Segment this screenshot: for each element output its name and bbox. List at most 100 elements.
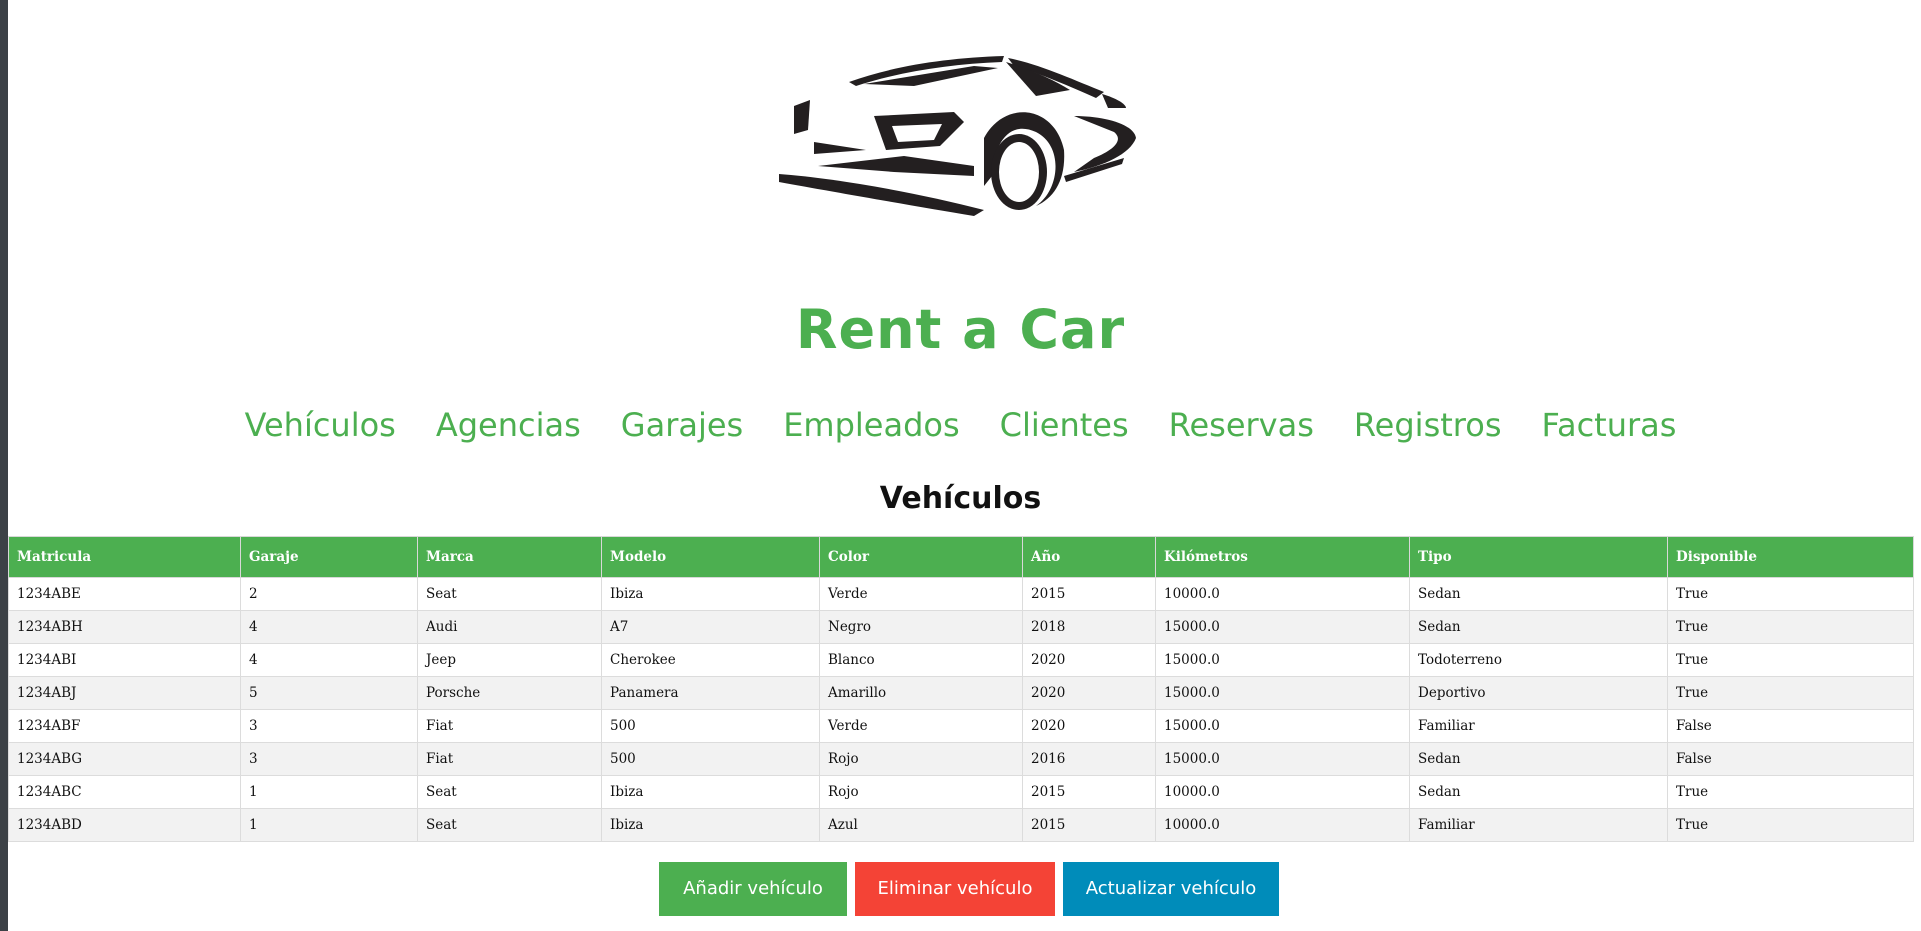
cell-color: Blanco — [819, 643, 1023, 677]
table-row[interactable]: 1234ABF 3 Fiat 500 Verde 2020 15000.0 Fa… — [8, 709, 1914, 743]
main-nav: Vehículos Agencias Garajes Empleados Cli… — [8, 400, 1913, 450]
vehicles-table: Matricula Garaje Marca Modelo Color Año … — [8, 536, 1914, 842]
nav-item-garajes[interactable]: Garajes — [621, 400, 743, 450]
cell-disponible: True — [1667, 643, 1914, 677]
cell-modelo: Panamera — [601, 676, 820, 710]
cell-ano: 2020 — [1022, 643, 1156, 677]
cell-garaje: 1 — [240, 775, 418, 809]
cell-marca: Fiat — [417, 709, 602, 743]
cell-marca: Seat — [417, 577, 602, 611]
cell-disponible: True — [1667, 577, 1914, 611]
cell-tipo: Sedan — [1409, 775, 1668, 809]
nav-item-clientes[interactable]: Clientes — [1000, 400, 1129, 450]
cell-ano: 2015 — [1022, 775, 1156, 809]
cell-garaje: 1 — [240, 808, 418, 842]
cell-ano: 2020 — [1022, 676, 1156, 710]
column-header-ano: Año — [1022, 536, 1156, 578]
cell-color: Verde — [819, 709, 1023, 743]
cell-matricula: 1234ABI — [8, 643, 241, 677]
column-header-kilometros: Kilómetros — [1155, 536, 1410, 578]
cell-color: Negro — [819, 610, 1023, 644]
site-title: Rent a Car — [795, 298, 1126, 361]
nav-item-reservas[interactable]: Reservas — [1169, 400, 1314, 450]
cell-kilometros: 10000.0 — [1155, 808, 1410, 842]
nav-item-facturas[interactable]: Facturas — [1541, 400, 1676, 450]
cell-disponible: True — [1667, 808, 1914, 842]
cell-garaje: 3 — [240, 742, 418, 776]
table-row[interactable]: 1234ABG 3 Fiat 500 Rojo 2016 15000.0 Sed… — [8, 742, 1914, 776]
cell-modelo: 500 — [601, 709, 820, 743]
cell-color: Amarillo — [819, 676, 1023, 710]
cell-modelo: Ibiza — [601, 577, 820, 611]
cell-garaje: 5 — [240, 676, 418, 710]
delete-vehicle-button[interactable]: Eliminar vehículo — [855, 862, 1055, 916]
cell-tipo: Sedan — [1409, 577, 1668, 611]
cell-matricula: 1234ABJ — [8, 676, 241, 710]
cell-garaje: 4 — [240, 643, 418, 677]
cell-marca: Seat — [417, 808, 602, 842]
section-title: Vehículos — [879, 481, 1042, 516]
cell-color: Rojo — [819, 775, 1023, 809]
cell-kilometros: 15000.0 — [1155, 676, 1410, 710]
cell-tipo: Familiar — [1409, 709, 1668, 743]
cell-matricula: 1234ABG — [8, 742, 241, 776]
column-header-garaje: Garaje — [240, 536, 418, 578]
cell-disponible: True — [1667, 676, 1914, 710]
cell-modelo: Ibiza — [601, 808, 820, 842]
table-row[interactable]: 1234ABD 1 Seat Ibiza Azul 2015 10000.0 F… — [8, 808, 1914, 842]
cell-matricula: 1234ABF — [8, 709, 241, 743]
cell-kilometros: 15000.0 — [1155, 742, 1410, 776]
cell-tipo: Sedan — [1409, 742, 1668, 776]
cell-marca: Porsche — [417, 676, 602, 710]
nav-item-registros[interactable]: Registros — [1354, 400, 1502, 450]
cell-color: Azul — [819, 808, 1023, 842]
car-silhouette-icon — [774, 46, 1154, 216]
cell-color: Verde — [819, 577, 1023, 611]
cell-kilometros: 10000.0 — [1155, 775, 1410, 809]
cell-garaje: 2 — [240, 577, 418, 611]
table-row[interactable]: 1234ABE 2 Seat Ibiza Verde 2015 10000.0 … — [8, 577, 1914, 611]
cell-garaje: 4 — [240, 610, 418, 644]
cell-marca: Fiat — [417, 742, 602, 776]
cell-ano: 2016 — [1022, 742, 1156, 776]
cell-marca: Jeep — [417, 643, 602, 677]
cell-matricula: 1234ABH — [8, 610, 241, 644]
nav-item-agencias[interactable]: Agencias — [436, 400, 581, 450]
table-row[interactable]: 1234ABH 4 Audi A7 Negro 2018 15000.0 Sed… — [8, 610, 1914, 644]
cell-modelo: 500 — [601, 742, 820, 776]
column-header-matricula: Matricula — [8, 536, 241, 578]
page: Rent a Car Vehículos Agencias Garajes Em… — [8, 0, 1921, 931]
column-header-disponible: Disponible — [1667, 536, 1914, 578]
cell-disponible: False — [1667, 709, 1914, 743]
table-row[interactable]: 1234ABJ 5 Porsche Panamera Amarillo 2020… — [8, 676, 1914, 710]
cell-matricula: 1234ABD — [8, 808, 241, 842]
cell-modelo: A7 — [601, 610, 820, 644]
cell-kilometros: 10000.0 — [1155, 577, 1410, 611]
cell-tipo: Sedan — [1409, 610, 1668, 644]
cell-disponible: False — [1667, 742, 1914, 776]
cell-matricula: 1234ABC — [8, 775, 241, 809]
cell-ano: 2015 — [1022, 577, 1156, 611]
update-vehicle-button[interactable]: Actualizar vehículo — [1063, 862, 1279, 916]
cell-kilometros: 15000.0 — [1155, 643, 1410, 677]
column-header-marca: Marca — [417, 536, 602, 578]
cell-ano: 2018 — [1022, 610, 1156, 644]
table-row[interactable]: 1234ABC 1 Seat Ibiza Rojo 2015 10000.0 S… — [8, 775, 1914, 809]
column-header-modelo: Modelo — [601, 536, 820, 578]
vehicle-actions: Añadir vehículo Eliminar vehículo Actualiz… — [659, 862, 1279, 916]
add-vehicle-button[interactable]: Añadir vehículo — [659, 862, 847, 916]
nav-item-empleados[interactable]: Empleados — [783, 400, 959, 450]
cell-ano: 2020 — [1022, 709, 1156, 743]
nav-item-vehiculos[interactable]: Vehículos — [245, 400, 396, 450]
cell-kilometros: 15000.0 — [1155, 610, 1410, 644]
cell-disponible: True — [1667, 610, 1914, 644]
cell-modelo: Ibiza — [601, 775, 820, 809]
cell-ano: 2015 — [1022, 808, 1156, 842]
column-header-tipo: Tipo — [1409, 536, 1668, 578]
cell-color: Rojo — [819, 742, 1023, 776]
cell-tipo: Familiar — [1409, 808, 1668, 842]
window-left-edge — [0, 0, 8, 931]
table-row[interactable]: 1234ABI 4 Jeep Cherokee Blanco 2020 1500… — [8, 643, 1914, 677]
table-header-row: Matricula Garaje Marca Modelo Color Año … — [8, 536, 1914, 578]
cell-garaje: 3 — [240, 709, 418, 743]
